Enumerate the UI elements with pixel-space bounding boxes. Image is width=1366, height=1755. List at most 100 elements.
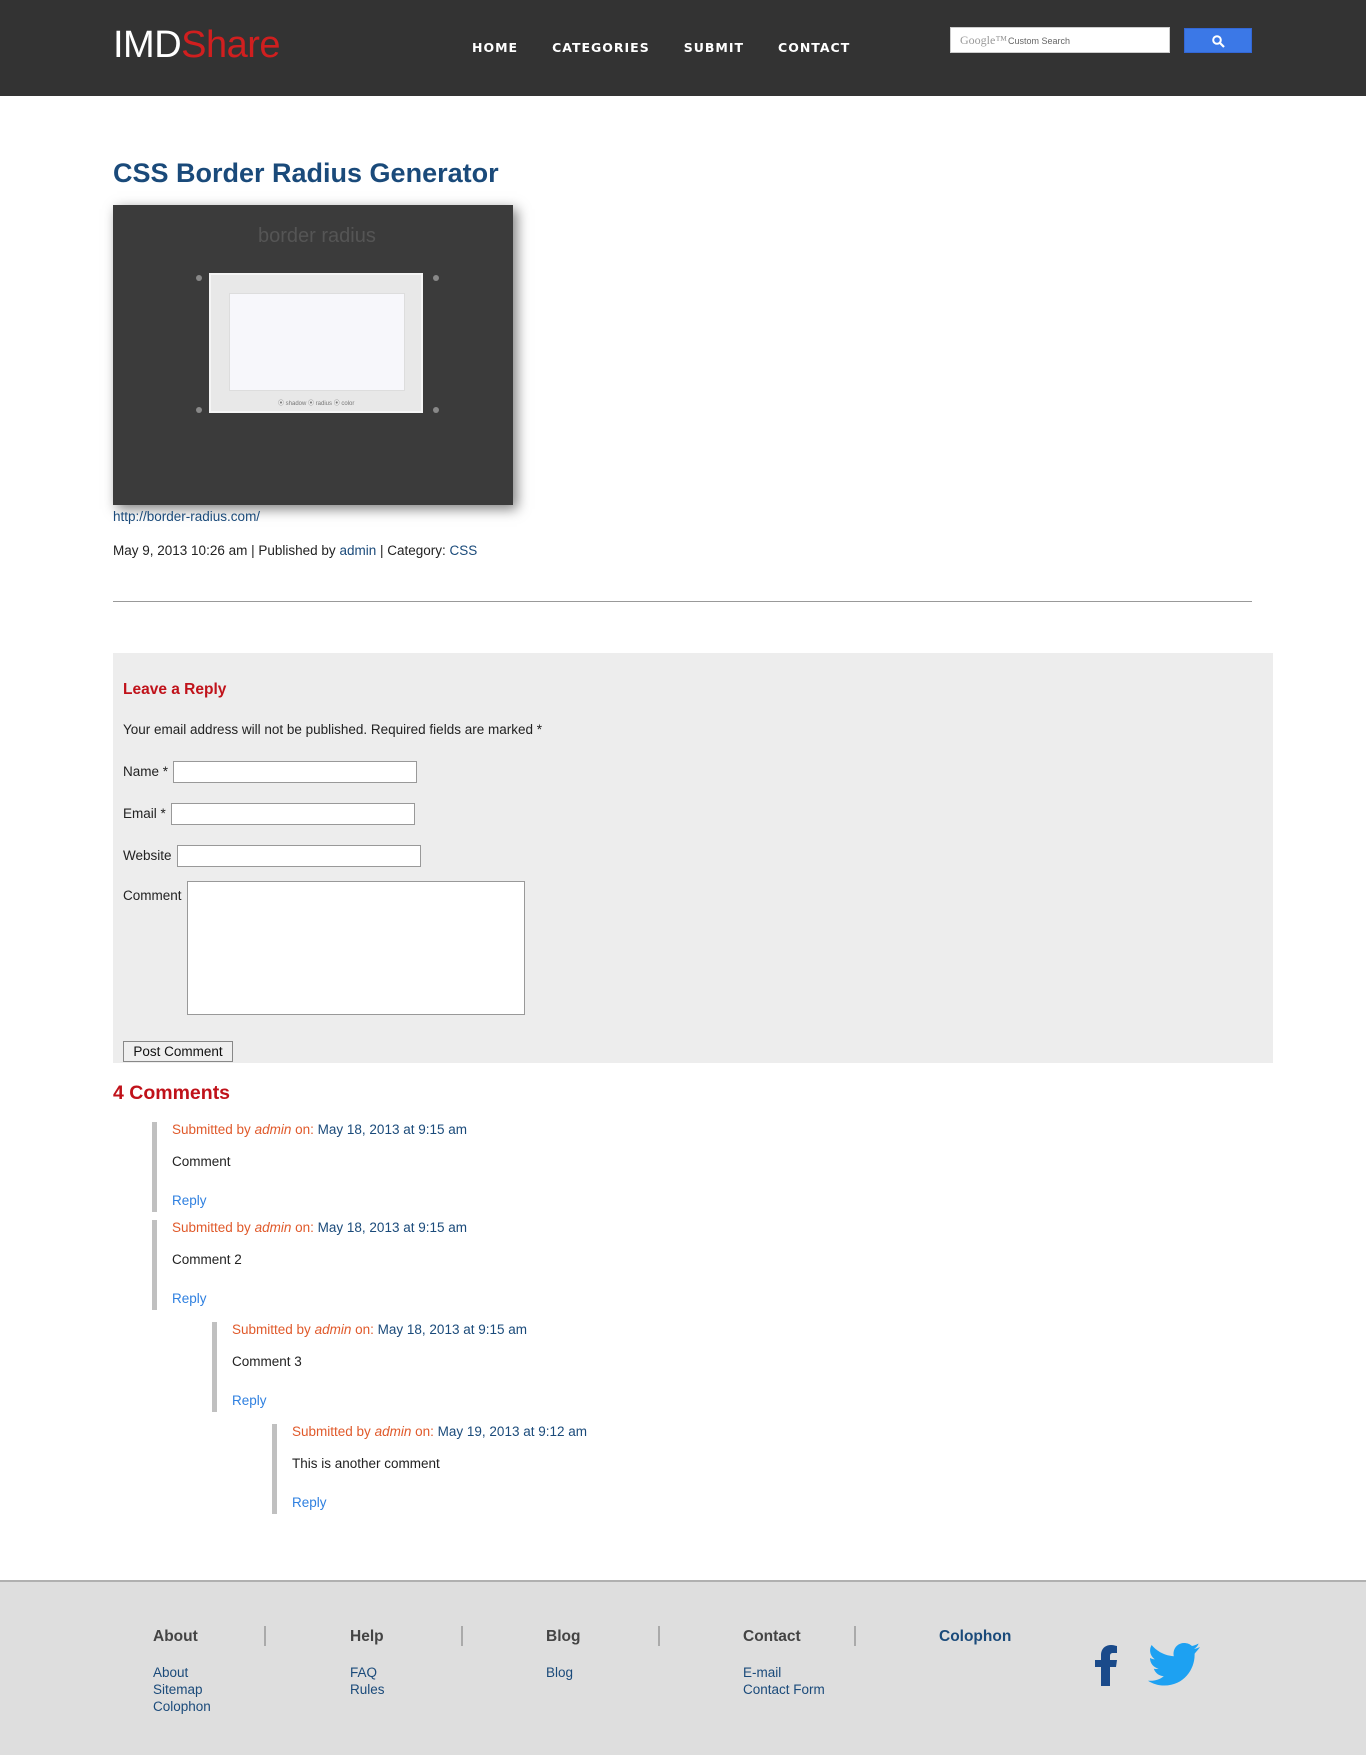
thumbnail-preview-inner: [229, 293, 405, 391]
comment-author: admin: [374, 1424, 412, 1439]
footer-col-blog: Blog Blog: [546, 1628, 580, 1681]
site-header: IMDShare HOME CATEGORIES SUBMIT CONTACT …: [0, 0, 1366, 96]
footer-link-about[interactable]: About: [153, 1664, 211, 1681]
comment-item: Submitted by admin on: May 19, 2013 at 9…: [272, 1424, 587, 1514]
submitted-label: Submitted by: [292, 1424, 371, 1439]
comment-author: admin: [254, 1122, 292, 1137]
main-nav: HOME CATEGORIES SUBMIT CONTACT: [472, 40, 884, 55]
name-row: Name *: [123, 761, 417, 783]
comment-textarea[interactable]: [187, 881, 525, 1015]
post-comment-button[interactable]: Post Comment: [123, 1041, 233, 1062]
footer-col-colophon: Colophon: [939, 1628, 1011, 1664]
comment-text: Comment 2: [172, 1252, 242, 1267]
footer-col-contact: Contact E-mail Contact Form: [743, 1628, 825, 1698]
comments-title: 4 Comments: [113, 1082, 231, 1104]
facebook-icon[interactable]: [1092, 1644, 1120, 1691]
search-input[interactable]: Google™ Custom Search: [950, 27, 1170, 53]
handle-dot: [433, 407, 439, 413]
on-label: on:: [295, 1122, 314, 1137]
search-placeholder: Custom Search: [1008, 36, 1071, 46]
comment-row: Comment: [123, 881, 525, 1015]
name-field[interactable]: [173, 761, 417, 783]
comment-text: Comment: [172, 1154, 231, 1169]
submitted-label: Submitted by: [172, 1220, 251, 1235]
comment-text: This is another comment: [292, 1456, 440, 1471]
footer-link-faq[interactable]: FAQ: [350, 1664, 385, 1681]
submitted-label: Submitted by: [172, 1122, 251, 1137]
footer-link-blog[interactable]: Blog: [546, 1664, 580, 1681]
website-field[interactable]: [177, 845, 421, 867]
logo-text-share: Share: [181, 24, 281, 66]
on-label: on:: [355, 1322, 374, 1337]
footer-heading: Blog: [546, 1628, 581, 1645]
comment-item: Submitted by admin on: May 18, 2013 at 9…: [212, 1322, 527, 1412]
nav-home[interactable]: HOME: [472, 40, 518, 55]
logo-text-imd: IMD: [113, 24, 182, 66]
footer-link-sitemap[interactable]: Sitemap: [153, 1681, 211, 1698]
comment-author: admin: [254, 1220, 292, 1235]
footer-heading: Contact: [743, 1628, 801, 1645]
post-source-link[interactable]: http://border-radius.com/: [113, 509, 260, 524]
reply-form: Leave a Reply Your email address will no…: [113, 653, 1273, 1063]
comment-date: May 18, 2013 at 9:15 am: [377, 1322, 527, 1337]
comment-byline: Submitted by admin on: May 19, 2013 at 9…: [292, 1424, 587, 1439]
nav-submit[interactable]: SUBMIT: [684, 40, 744, 55]
twitter-icon[interactable]: [1148, 1642, 1200, 1691]
name-label: Name *: [123, 764, 169, 779]
search-icon: [1212, 35, 1225, 48]
footer-col-help: Help FAQ Rules: [350, 1628, 385, 1698]
handle-dot: [196, 275, 202, 281]
footer-link-rules[interactable]: Rules: [350, 1681, 385, 1698]
footer-link-colophon[interactable]: Colophon: [153, 1698, 211, 1715]
reply-link[interactable]: Reply: [232, 1393, 267, 1408]
website-label: Website: [123, 848, 172, 863]
handle-dot: [433, 275, 439, 281]
thumbnail-preview-frame: [209, 273, 423, 413]
comment-byline: Submitted by admin on: May 18, 2013 at 9…: [172, 1122, 467, 1137]
nav-contact[interactable]: CONTACT: [778, 40, 850, 55]
on-label: on:: [295, 1220, 314, 1235]
submitted-label: Submitted by: [232, 1322, 311, 1337]
post-author-link[interactable]: admin: [339, 543, 376, 558]
footer-link-contact-form[interactable]: Contact Form: [743, 1681, 825, 1698]
comment-text: Comment 3: [232, 1354, 302, 1369]
website-row: Website: [123, 845, 421, 867]
comment-date: May 18, 2013 at 9:15 am: [317, 1220, 467, 1235]
footer-separator: [264, 1626, 266, 1646]
footer-separator: [461, 1626, 463, 1646]
reply-link[interactable]: Reply: [172, 1291, 207, 1306]
reply-title: Leave a Reply: [123, 681, 227, 698]
footer-heading: Help: [350, 1628, 384, 1645]
email-field[interactable]: [171, 803, 415, 825]
footer-link-email[interactable]: E-mail: [743, 1664, 825, 1681]
content-divider: [113, 601, 1252, 602]
site-footer: About About Sitemap Colophon Help FAQ Ru…: [0, 1580, 1366, 1755]
footer-separator: [658, 1626, 660, 1646]
comment-item: Submitted by admin on: May 18, 2013 at 9…: [152, 1122, 467, 1212]
comment-author: admin: [314, 1322, 352, 1337]
post-meta: May 9, 2013 10:26 am | Published by admi…: [113, 543, 477, 558]
email-label: Email *: [123, 806, 166, 821]
google-label: Google™: [960, 33, 1008, 47]
email-row: Email *: [123, 803, 415, 825]
comment-date: May 19, 2013 at 9:12 am: [437, 1424, 587, 1439]
search-button[interactable]: [1184, 28, 1252, 53]
handle-dot: [196, 407, 202, 413]
comment-date: May 18, 2013 at 9:15 am: [317, 1122, 467, 1137]
post-date: May 9, 2013 10:26 am: [113, 543, 248, 558]
post-category-link[interactable]: CSS: [450, 543, 478, 558]
nav-categories[interactable]: CATEGORIES: [552, 40, 650, 55]
published-by-label: | Published by: [251, 543, 336, 558]
category-label: | Category:: [379, 543, 446, 558]
footer-col-about: About About Sitemap Colophon: [153, 1628, 211, 1715]
post-thumbnail[interactable]: border radius ⦿ shadow ⦿ radius ⦿ color: [113, 205, 513, 505]
reply-link[interactable]: Reply: [292, 1495, 327, 1510]
reply-note: Your email address will not be published…: [123, 722, 542, 737]
site-logo[interactable]: IMDShare: [113, 24, 281, 67]
on-label: on:: [415, 1424, 434, 1439]
reply-link[interactable]: Reply: [172, 1193, 207, 1208]
thumbnail-caption: ⦿ shadow ⦿ radius ⦿ color: [278, 401, 355, 407]
thumbnail-watermark: border radius: [258, 225, 376, 247]
footer-heading: About: [153, 1628, 198, 1645]
footer-separator: [854, 1626, 856, 1646]
